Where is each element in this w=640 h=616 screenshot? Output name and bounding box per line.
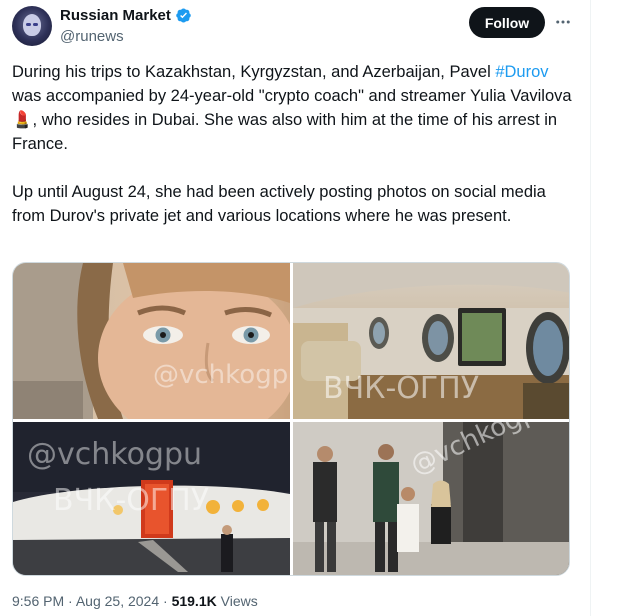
jet-exterior-image: @vchkogpu ВЧК-ОГПУ [13,422,290,575]
hashtag-link[interactable]: #Durov [495,63,548,81]
photo-jet-exterior[interactable]: @vchkogpu ВЧК-ОГПУ [13,422,290,575]
account-name[interactable]: Russian Market [60,7,171,24]
more-dots-icon [556,20,570,24]
media-grid: @vchkogpu ВЧК-ОГПУ @vchkogpu ВЧК-ОГПУ @v… [12,262,570,576]
avatar-eye [33,23,38,26]
account-name-row: Russian Market [60,7,192,24]
tweet-meta: 9:56 PM · Aug 25, 2024 · 519.1K Views [12,593,258,609]
tweet-time[interactable]: 9:56 PM [12,593,64,609]
account-handle[interactable]: @runews [60,28,124,45]
portrait-image: @vchkogpu [13,263,290,419]
photo-people[interactable]: @vchkogpu [293,422,569,575]
tweet-text-part: was accompanied by 24-year-old "crypto c… [12,87,572,225]
verified-badge-icon [176,8,191,23]
watermark-text: ВЧК-ОГПУ [323,371,479,406]
avatar[interactable] [12,6,52,46]
photo-jet-interior[interactable]: ВЧК-ОГПУ [293,263,569,419]
views-count: 519.1K [171,593,217,609]
watermark-text: @vchkogpu [27,437,202,472]
watermark-text: ВЧК-ОГПУ [53,483,209,518]
follow-button[interactable]: Follow [469,7,545,38]
tweet-card: Russian Market @runews Follow During his… [0,0,590,616]
tweet-text-part: During his trips to Kazakhstan, Kyrgyzst… [12,63,496,81]
avatar-eye [26,23,31,26]
divider [590,0,591,616]
photo-portrait[interactable]: @vchkogpu [13,263,290,419]
tweet-date[interactable]: Aug 25, 2024 [76,593,159,609]
more-icon[interactable] [551,10,575,34]
watermark-text: @vchkogpu [153,360,290,390]
people-image: @vchkogpu [293,422,569,575]
meta-separator: · [163,593,168,609]
views-label: Views [220,593,258,609]
tweet-text: During his trips to Kazakhstan, Kyrgyzst… [12,60,577,228]
jet-interior-image: ВЧК-ОГПУ [293,263,569,419]
meta-separator: · [68,593,73,609]
